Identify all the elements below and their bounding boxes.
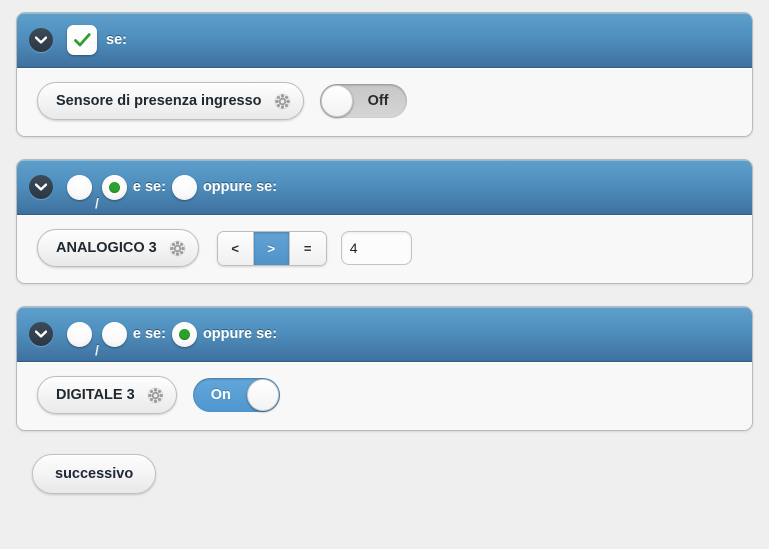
radio-logic-slot-2[interactable] xyxy=(101,174,127,200)
radio-logic-slot-2[interactable] xyxy=(101,321,127,347)
gear-icon xyxy=(147,387,164,403)
check-icon xyxy=(73,32,91,46)
label-oppure-se: oppure se: xyxy=(202,179,278,195)
panel-header: / e se: oppure se: xyxy=(17,307,752,362)
chevron-down-icon[interactable] xyxy=(29,28,53,52)
radio-dot xyxy=(178,328,190,340)
next-button[interactable]: successivo xyxy=(32,454,157,494)
toggle-knob xyxy=(320,85,353,117)
chevron-down-glyph xyxy=(35,36,47,44)
panel-header: se: xyxy=(17,13,752,68)
radio-dot xyxy=(108,181,120,193)
panel-header: / e se: oppure se: xyxy=(17,160,752,215)
toggle-state-label: Off xyxy=(367,93,389,109)
operator-equals[interactable]: = xyxy=(289,231,326,265)
label-e-se: e se: xyxy=(132,179,166,195)
radio-logic-slot-3[interactable] xyxy=(171,321,197,347)
radio-logic-slot-1[interactable] xyxy=(67,174,92,200)
panel-title-se: se: xyxy=(106,32,127,48)
toggle-state-label: On xyxy=(210,387,231,403)
comparison-operator-group: < > = xyxy=(216,230,327,266)
threshold-value-input[interactable] xyxy=(340,231,412,265)
condition-builder-page: se: Sensore di presenza ingresso Off / e… xyxy=(0,0,769,549)
panel-body: DIGITALE 3 On xyxy=(17,362,752,430)
panel-body: ANALOGICO 3 < > = xyxy=(17,215,752,283)
gear-icon xyxy=(169,240,186,256)
panel-body: Sensore di presenza ingresso Off xyxy=(17,68,752,136)
condition-panel-se: se: Sensore di presenza ingresso Off xyxy=(16,12,753,137)
device-label: ANALOGICO 3 xyxy=(56,240,157,256)
radio-logic-slot-1[interactable] xyxy=(67,321,92,347)
label-oppure-se: oppure se: xyxy=(202,326,278,342)
device-selector-digital[interactable]: DIGITALE 3 xyxy=(37,376,177,414)
chevron-down-icon[interactable] xyxy=(29,175,53,199)
device-selector-sensor[interactable]: Sensore di presenza ingresso xyxy=(37,82,304,120)
chevron-down-icon[interactable] xyxy=(29,322,53,346)
power-toggle-digital[interactable]: On xyxy=(192,378,280,412)
label-e-se: e se: xyxy=(132,326,166,342)
device-selector-analog[interactable]: ANALOGICO 3 xyxy=(37,229,199,267)
operator-greater-than[interactable]: > xyxy=(253,231,290,265)
chevron-down-glyph xyxy=(35,183,47,191)
radio-separator: / xyxy=(95,195,99,211)
radio-separator: / xyxy=(95,342,99,358)
radio-logic-slot-3[interactable] xyxy=(171,174,197,200)
enable-checkbox[interactable] xyxy=(67,25,97,55)
power-toggle-sensor[interactable]: Off xyxy=(319,84,407,118)
condition-panel-e-se: / e se: oppure se: ANALOGICO 3 < > = 4 xyxy=(16,159,753,284)
footer: successivo xyxy=(16,453,753,494)
device-label: Sensore di presenza ingresso xyxy=(56,93,262,109)
toggle-knob xyxy=(246,379,279,411)
operator-less-than[interactable]: < xyxy=(217,231,254,265)
chevron-down-glyph xyxy=(35,330,47,338)
gear-icon xyxy=(274,93,290,109)
device-label: DIGITALE 3 xyxy=(56,387,135,403)
condition-panel-oppure-se: / e se: oppure se: DIGITALE 3 On xyxy=(16,306,753,431)
